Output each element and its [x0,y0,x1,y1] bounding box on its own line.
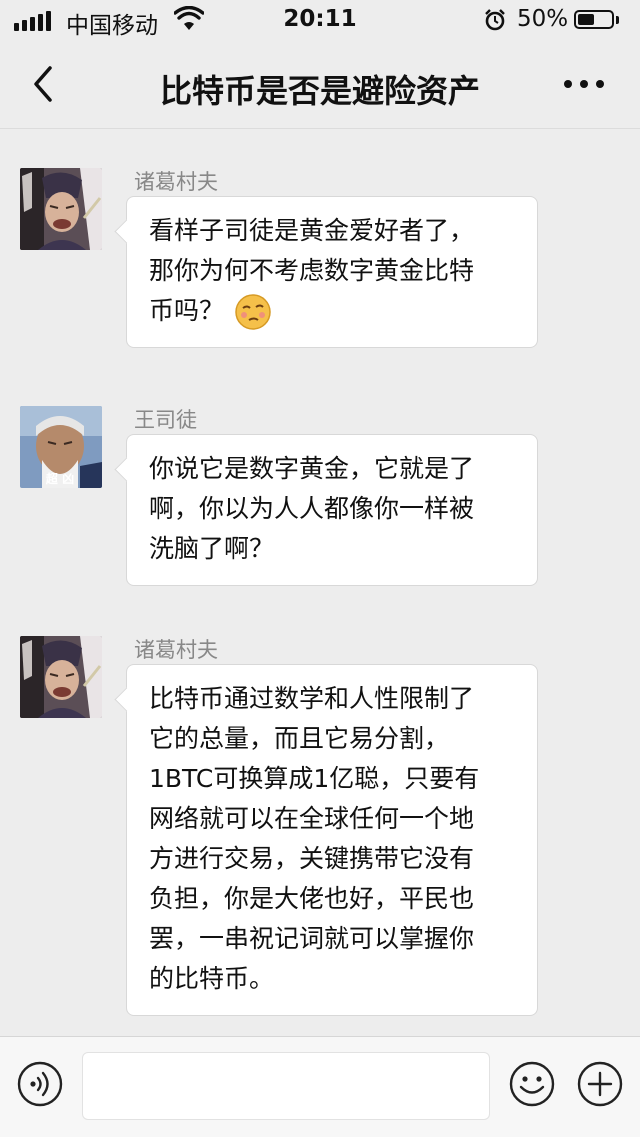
battery-icon [574,10,614,29]
sender-name: 诸葛村夫 [134,638,218,662]
battery-percent: 50% [517,6,569,32]
emoji-face-icon[interactable] [508,1060,556,1108]
sender-name: 王司徒 [134,408,197,432]
message-line: 罢，一串祝记词就可以掌握你 [149,924,475,953]
avatar-wang[interactable]: 超 凶 [20,406,102,488]
message-line: 1BTC可换算成1亿聪，只要有 [149,764,480,793]
message-line: 负担，你是大佬也好，平民也 [149,884,475,913]
message-bubble[interactable]: 看样子司徒是黄金爱好者了， 那你为何不考虑数字黄金比特 币吗？ [126,196,538,348]
avatar-caption: 超 凶 [45,471,74,486]
more-icon[interactable] [564,76,604,92]
message-line: 看样子司徒是黄金爱好者了， [149,216,475,245]
avatar-zhuge[interactable] [20,168,102,250]
message-line: 你说它是数字黄金，它就是了 [149,454,475,483]
message-line: 比特币通过数学和人性限制了 [149,684,475,713]
message-bubble[interactable]: 比特币通过数学和人性限制了 它的总量，而且它易分割， 1BTC可换算成1亿聪，只… [126,664,538,1016]
chat-title: 比特币是否是避险资产 [159,72,480,110]
battery-tip [616,16,619,24]
input-bar [0,1036,640,1137]
plus-icon[interactable] [576,1060,624,1108]
message-bubble[interactable]: 你说它是数字黄金，它就是了 啊，你以为人人都像你一样被 洗脑了啊？ [126,434,538,586]
message-line: 网络就可以在全球任何一个地 [149,804,475,833]
message-line: 洗脑了啊？ [149,534,275,563]
message-line: 的比特币。 [149,964,275,993]
sender-name: 诸葛村夫 [134,170,218,194]
message-line: 币吗？ [149,296,225,325]
status-bar: 中国移动 20:11 50% [0,0,640,40]
message-input[interactable] [82,1052,490,1120]
smirk-emoji-icon [235,294,271,330]
avatar-zhuge[interactable] [20,636,102,718]
message-line: 它的总量，而且它易分割， [149,724,450,753]
message-line: 那你为何不考虑数字黄金比特 [149,256,475,285]
message-line: 方进行交易，关键携带它没有 [149,844,475,873]
voice-icon[interactable] [16,1060,64,1108]
message-line: 啊，你以为人人都像你一样被 [149,494,475,523]
alarm-icon [485,9,505,31]
nav-bar: 比特币是否是避险资产 [0,40,640,129]
